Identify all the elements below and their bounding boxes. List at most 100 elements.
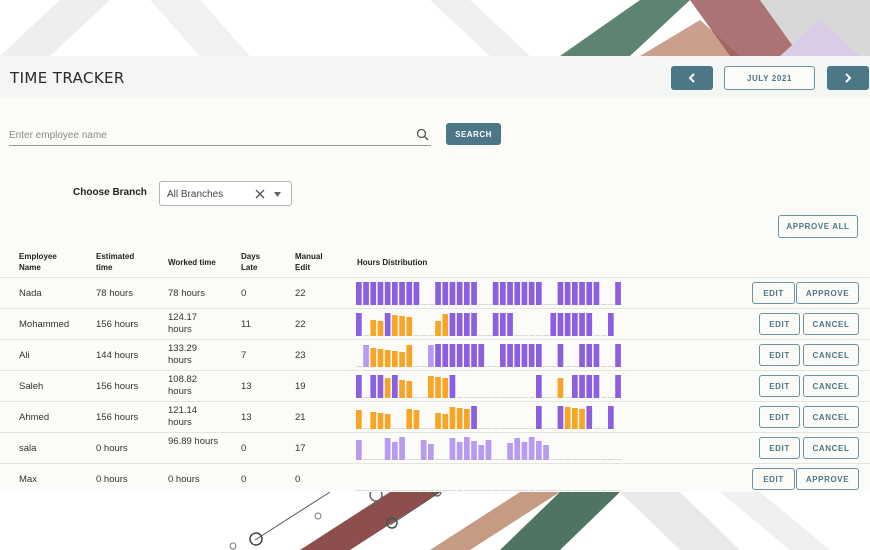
empty-day-mark <box>521 428 528 429</box>
hours-day-bar <box>370 348 377 367</box>
cancel-button[interactable]: CANCEL <box>803 313 859 335</box>
empty-day-mark <box>543 366 550 367</box>
hours-day-bar <box>392 375 398 398</box>
empty-day-mark <box>406 490 413 491</box>
hours-day-bar <box>384 282 391 305</box>
next-month-button[interactable] <box>827 66 869 90</box>
hours-day-bar <box>442 344 449 367</box>
hours-day-bar <box>521 344 528 367</box>
hours-day-bar <box>471 344 477 367</box>
estimated-time-cell: 156 hours <box>96 381 139 392</box>
cancel-button[interactable]: CANCEL <box>803 375 859 397</box>
employee-name-cell: Nada <box>19 288 42 299</box>
empty-day-mark <box>449 490 456 491</box>
hours-day-bar <box>449 282 456 305</box>
empty-day-mark <box>600 335 607 336</box>
empty-day-mark <box>442 490 449 491</box>
empty-day-mark <box>420 428 427 429</box>
empty-day-mark <box>550 366 557 367</box>
cancel-button[interactable]: CANCEL <box>803 344 859 366</box>
hours-day-bar <box>384 438 391 460</box>
manual-edit-cell: 22 <box>295 288 306 299</box>
edit-button[interactable]: EDIT <box>759 344 800 366</box>
empty-day-mark <box>586 459 593 460</box>
hours-day-bar <box>356 440 362 460</box>
column-header-worked-time: Worked time <box>168 258 216 267</box>
branch-select[interactable]: All Branches <box>159 181 292 206</box>
hours-day-bar <box>435 282 441 305</box>
hours-day-bar <box>500 282 506 305</box>
edit-button[interactable]: EDIT <box>759 375 800 397</box>
hours-day-bar <box>507 344 513 367</box>
days-late-cell: 0 <box>241 288 247 299</box>
empty-day-mark <box>550 459 557 460</box>
search-button[interactable]: SEARCH <box>446 123 501 145</box>
clear-icon[interactable] <box>255 189 265 199</box>
empty-day-mark <box>572 459 579 460</box>
hours-day-bar <box>456 313 463 336</box>
column-header-estimated-time: Estimated time <box>96 252 135 272</box>
approve-all-button[interactable]: APPROVE ALL <box>778 215 858 238</box>
hours-day-bar <box>492 313 499 336</box>
search-icon[interactable] <box>416 128 429 141</box>
hours-day-bar <box>572 282 578 305</box>
cancel-button[interactable]: CANCEL <box>803 406 859 428</box>
edit-button[interactable]: EDIT <box>759 313 800 335</box>
hours-day-bar <box>399 380 405 398</box>
hours-day-bar <box>406 282 413 305</box>
hours-day-bar <box>471 313 477 336</box>
empty-day-mark <box>435 490 442 491</box>
manual-edit-cell: 19 <box>295 381 306 392</box>
empty-day-mark <box>586 490 593 491</box>
hours-day-bar <box>406 381 413 398</box>
hours-day-bar <box>536 375 542 398</box>
search-input[interactable] <box>9 126 409 144</box>
hours-day-bar <box>406 317 413 336</box>
hours-day-bar <box>543 445 549 460</box>
caret-down-icon[interactable] <box>274 192 281 197</box>
approve-button[interactable]: APPROVE <box>796 282 859 304</box>
empty-day-mark <box>492 428 499 429</box>
hours-day-bar <box>464 344 470 367</box>
days-late-cell: 11 <box>241 319 251 330</box>
empty-day-mark <box>557 490 564 491</box>
empty-day-mark <box>464 397 471 398</box>
time-tracker-card: TIME TRACKER JULY 2021 SEARCH Choose Bra… <box>0 56 870 492</box>
month-selector-button[interactable]: JULY 2021 <box>724 66 815 90</box>
empty-day-mark <box>579 490 586 491</box>
hours-day-bar <box>572 375 578 398</box>
cancel-button[interactable]: CANCEL <box>803 437 859 459</box>
employee-name-cell: Saleh <box>19 381 44 392</box>
hours-day-bar <box>384 350 391 367</box>
empty-day-mark <box>608 366 615 367</box>
hours-day-bar <box>514 438 521 460</box>
search-field <box>9 126 431 146</box>
approve-button[interactable]: APPROVE <box>796 468 859 490</box>
edit-button[interactable]: EDIT <box>759 406 800 428</box>
hours-day-bar <box>377 349 384 367</box>
empty-day-mark <box>478 428 485 429</box>
manual-edit-cell: 0 <box>295 474 301 485</box>
empty-day-mark <box>413 335 420 336</box>
hours-day-bar <box>471 406 477 429</box>
empty-day-mark <box>600 428 607 429</box>
empty-day-mark <box>485 490 492 491</box>
worked-time-cell: 78 hours <box>168 288 205 299</box>
empty-day-mark <box>615 459 622 460</box>
edit-button[interactable]: EDIT <box>759 437 800 459</box>
empty-day-mark <box>377 459 384 460</box>
hours-day-bar <box>377 413 384 429</box>
previous-month-button[interactable] <box>671 66 713 90</box>
days-late-cell: 7 <box>241 350 247 361</box>
empty-day-mark <box>550 490 557 491</box>
empty-day-mark <box>514 428 521 429</box>
empty-day-mark <box>507 428 514 429</box>
hours-day-bar <box>557 282 564 305</box>
hours-day-bar <box>528 437 535 460</box>
empty-day-mark <box>543 335 550 336</box>
branch-select-value: All Branches <box>167 189 224 200</box>
edit-button[interactable]: EDIT <box>752 282 795 304</box>
estimated-time-cell: 144 hours <box>96 350 139 361</box>
edit-button[interactable]: EDIT <box>752 468 795 490</box>
empty-day-mark <box>485 335 492 336</box>
